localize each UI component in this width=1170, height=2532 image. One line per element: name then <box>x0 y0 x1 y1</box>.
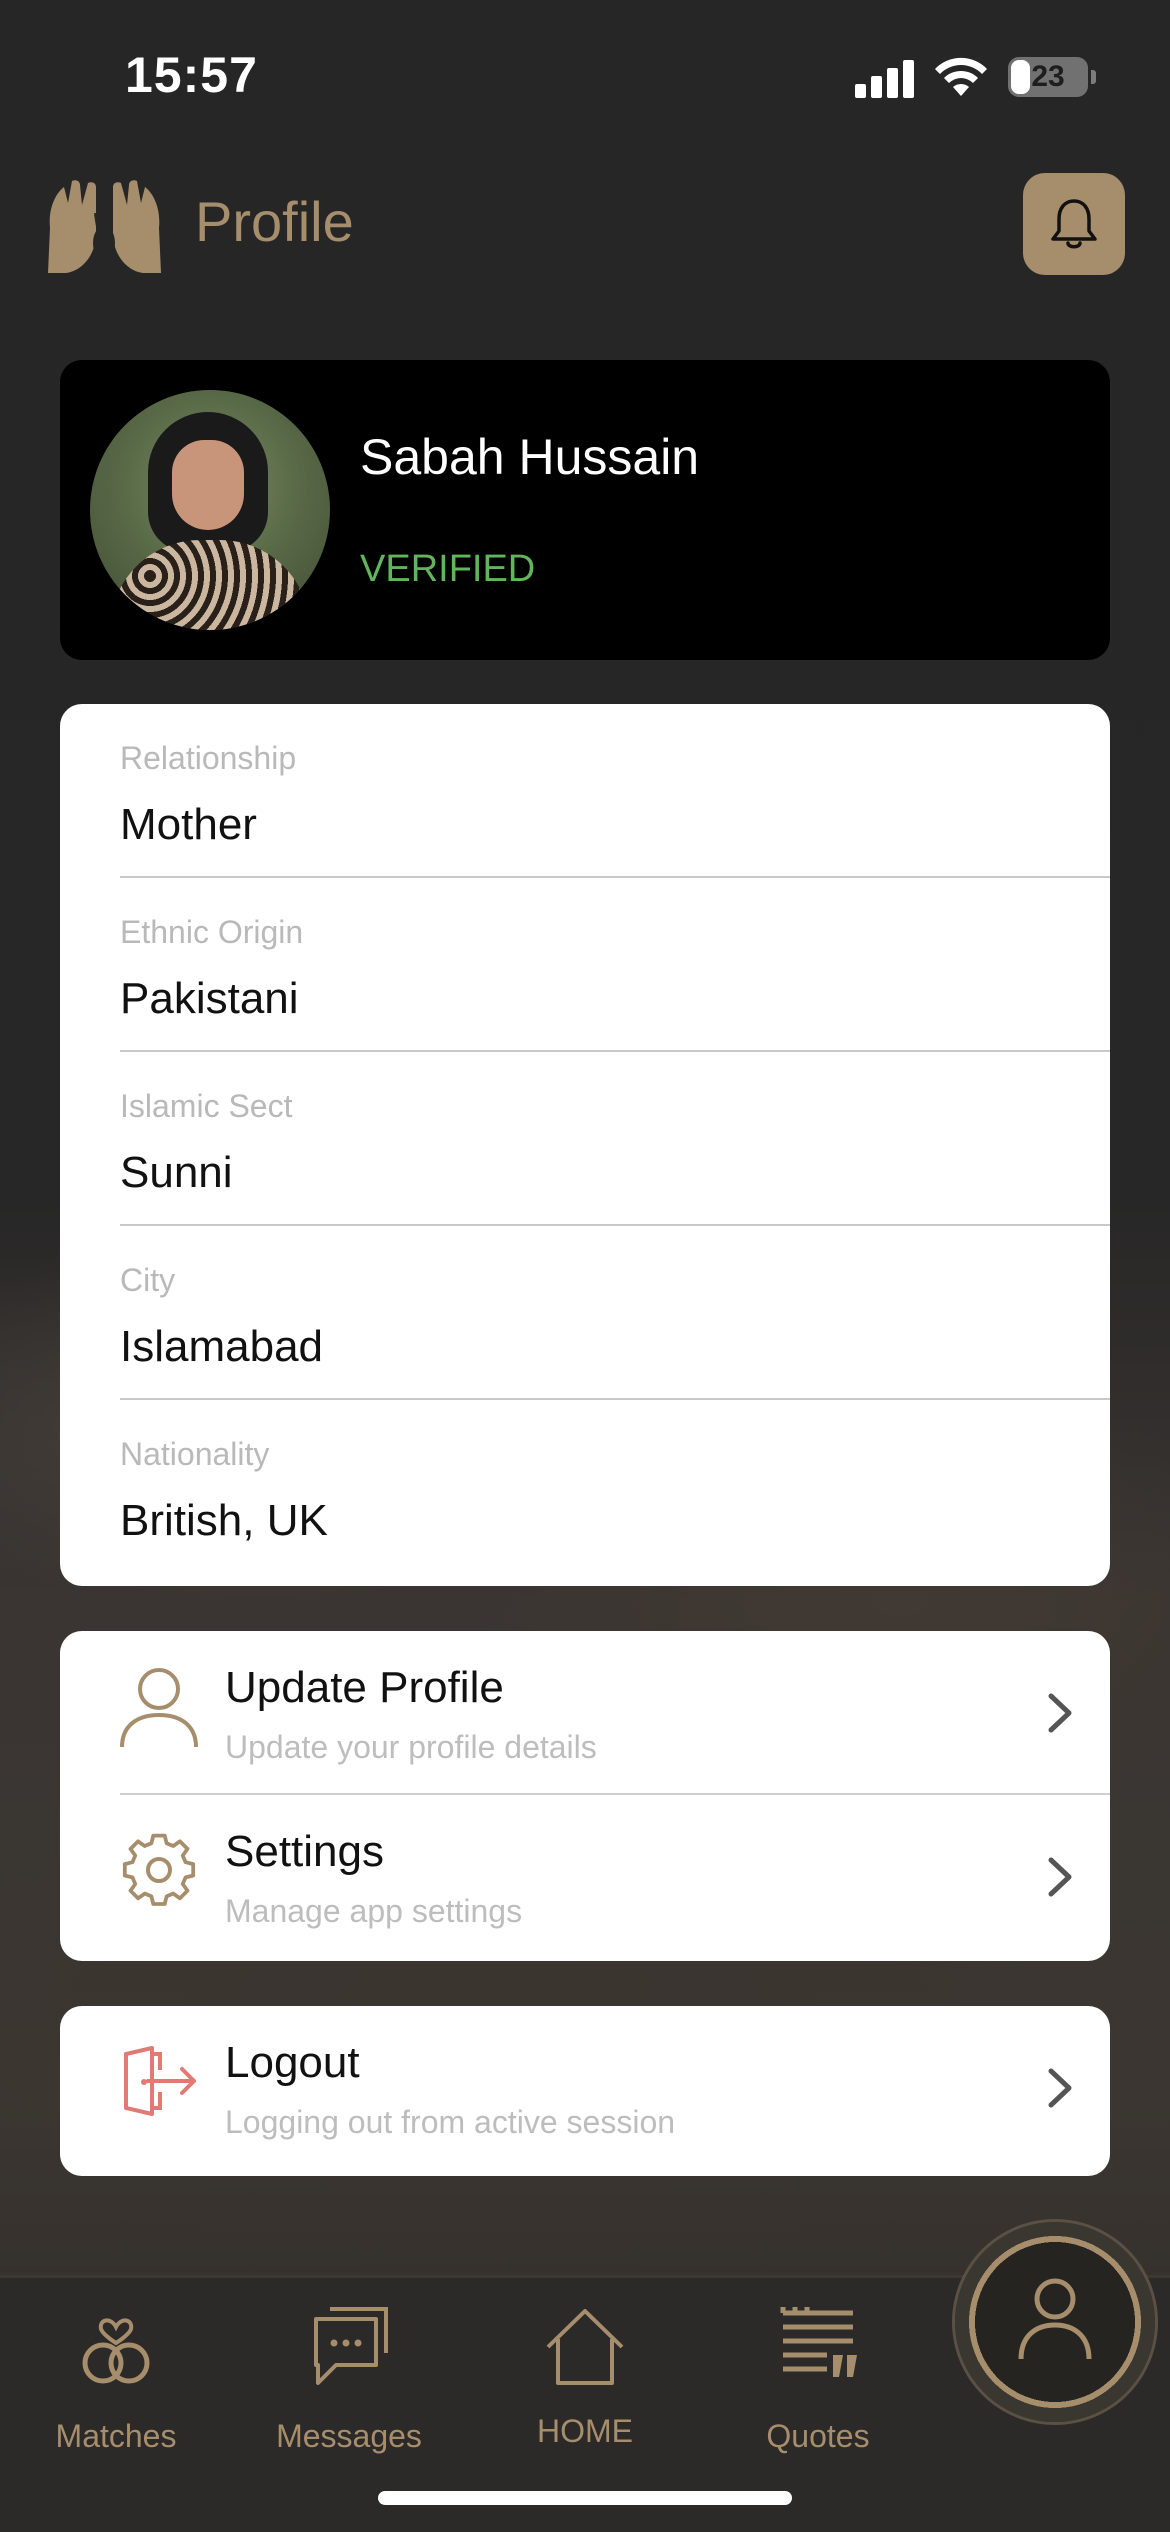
profile-tab-button[interactable] <box>955 2222 1155 2422</box>
status-time: 15:57 <box>125 47 258 103</box>
tab-home[interactable]: HOME <box>485 2278 685 2478</box>
detail-label: Relationship <box>120 740 297 776</box>
menu-subtitle: Logging out from active session <box>225 2104 676 2140</box>
wifi-icon <box>935 57 987 96</box>
detail-label: City <box>120 1262 176 1298</box>
tab-label: Matches <box>55 2418 177 2454</box>
settings-button[interactable]: Settings Manage app settings <box>60 1795 1110 1961</box>
detail-value: British, UK <box>120 1496 328 1545</box>
detail-row-relationship: Relationship Mother <box>120 704 1110 878</box>
tab-quotes[interactable]: Quotes <box>718 2278 918 2478</box>
battery-cap <box>1091 70 1096 84</box>
update-profile-button[interactable]: Update Profile Update your profile detai… <box>60 1631 1110 1795</box>
app-logo-hands-icon <box>48 180 161 273</box>
menu-title: Settings <box>225 1827 384 1876</box>
notifications-button[interactable] <box>1023 173 1125 275</box>
detail-value: Mother <box>120 800 257 849</box>
user-icon <box>1018 2278 1092 2360</box>
detail-row-islamic-sect: Islamic Sect Sunni <box>120 1052 1110 1226</box>
menu-subtitle: Update your profile details <box>225 1729 597 1765</box>
avatar <box>90 390 330 630</box>
tab-messages[interactable]: Messages <box>249 2278 449 2478</box>
chevron-right-icon <box>1048 1857 1072 1897</box>
logout-icon <box>124 2046 196 2116</box>
page-title: Profile <box>195 190 354 253</box>
bell-icon <box>1051 199 1097 249</box>
detail-value: Islamabad <box>120 1322 324 1371</box>
chevron-right-icon <box>1048 1693 1072 1733</box>
profile-summary-card: Sabah Hussain VERIFIED <box>60 360 1110 660</box>
header: Profile <box>0 165 1170 285</box>
account-menu-card: Update Profile Update your profile detai… <box>60 1631 1110 1961</box>
quote-icon <box>780 2307 857 2377</box>
menu-subtitle: Manage app settings <box>225 1893 523 1929</box>
chat-icon <box>314 2307 388 2385</box>
tab-label: HOME <box>537 2413 633 2449</box>
logout-button[interactable]: Logout Logging out from active session <box>60 2006 1110 2176</box>
profile-details-card: Relationship Mother Ethnic Origin Pakist… <box>60 704 1110 1586</box>
menu-title: Logout <box>225 2038 360 2087</box>
rings-heart-icon <box>82 2318 150 2384</box>
chevron-right-icon <box>1048 2068 1072 2108</box>
detail-label: Nationality <box>120 1436 270 1472</box>
detail-row-city: City Islamabad <box>120 1226 1110 1400</box>
menu-title: Update Profile <box>225 1663 504 1712</box>
detail-value: Pakistani <box>120 974 299 1023</box>
gear-icon <box>122 1833 196 1906</box>
home-icon <box>546 2309 624 2385</box>
tab-label: Quotes <box>766 2418 870 2454</box>
user-icon <box>120 1668 198 1748</box>
logout-card: Logout Logging out from active session <box>60 2006 1110 2176</box>
detail-row-ethnic-origin: Ethnic Origin Pakistani <box>120 878 1110 1052</box>
home-indicator[interactable] <box>378 2491 792 2505</box>
status-bar: 15:57 23 <box>0 0 1170 150</box>
verified-badge: VERIFIED <box>360 548 536 590</box>
profile-name: Sabah Hussain <box>360 429 700 485</box>
battery-icon: 23 <box>1008 57 1088 97</box>
detail-label: Ethnic Origin <box>120 914 304 950</box>
tab-matches[interactable]: Matches <box>16 2278 216 2478</box>
detail-label: Islamic Sect <box>120 1088 293 1124</box>
cellular-signal-icon <box>855 58 915 98</box>
detail-row-nationality: Nationality British, UK <box>120 1400 1110 1574</box>
battery-percentage: 23 <box>1031 60 1065 93</box>
detail-value: Sunni <box>120 1148 233 1197</box>
tab-label: Messages <box>276 2418 422 2454</box>
